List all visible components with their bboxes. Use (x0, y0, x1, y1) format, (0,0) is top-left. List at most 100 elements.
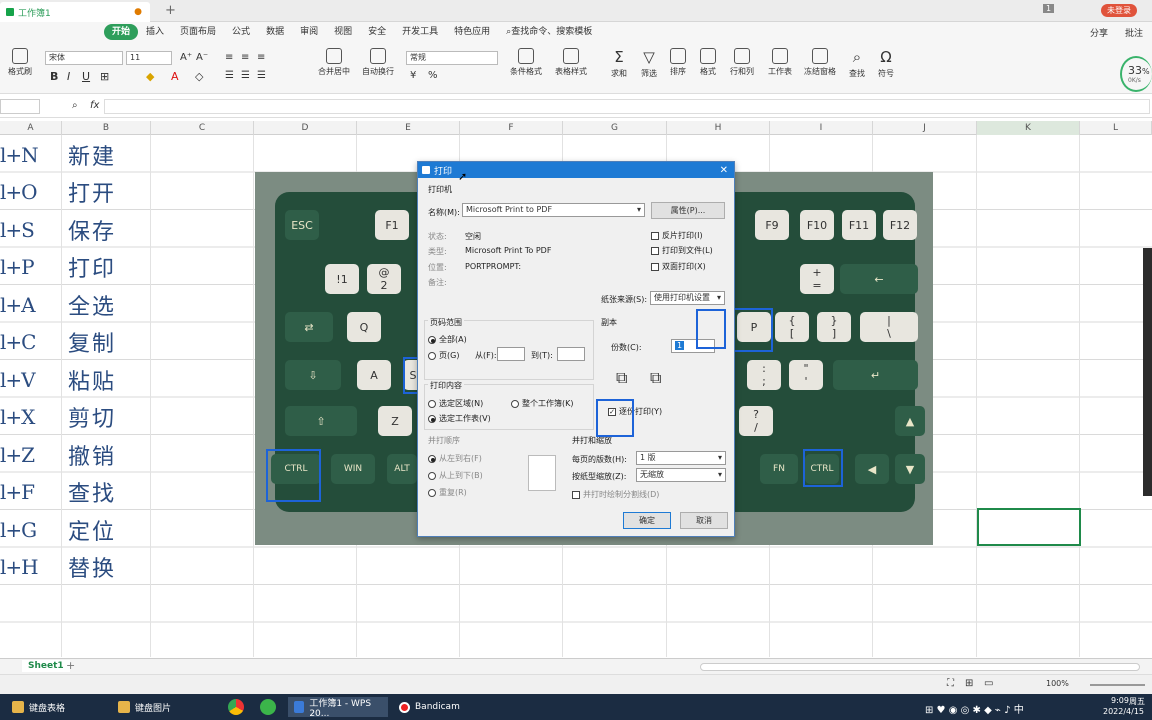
shortcut-key-cell[interactable]: l+H (0, 555, 62, 579)
column-j-header[interactable]: J (873, 121, 977, 135)
column-h-header[interactable]: H (667, 121, 770, 135)
menu-developer[interactable]: 开发工具 (394, 24, 446, 40)
find-button[interactable]: ⌕ 查找 (849, 48, 865, 79)
left-to-right-radio[interactable]: 从左到右(F) (428, 453, 482, 464)
shortcut-action-cell[interactable]: 撤销 (62, 439, 116, 471)
zoom-formula-icon[interactable]: ⌕ (72, 100, 78, 111)
table-row[interactable]: l+H 替换 (0, 549, 150, 586)
side-tool-panel[interactable] (1143, 248, 1152, 496)
scale-select[interactable]: 无缩放 ▾ (636, 468, 726, 482)
new-tab-icon[interactable]: + (165, 3, 176, 18)
shortcut-key-cell[interactable]: l+S (0, 218, 62, 242)
per-page-select[interactable]: 1 版 ▾ (636, 451, 726, 465)
menu-page-layout[interactable]: 页面布局 (172, 24, 224, 40)
taskbar-item-wps[interactable]: 工作簿1 - WPS 20... (288, 697, 388, 719)
duplex-checkbox[interactable]: 双面打印(X) (651, 261, 706, 272)
table-row[interactable]: l+C 复制 (0, 324, 150, 361)
taskbar-item-bandicam[interactable]: Bandicam (393, 697, 466, 717)
menu-home[interactable]: 开始 (104, 24, 139, 40)
freeze-panes-button[interactable]: 冻结窗格 (804, 48, 836, 77)
shortcut-key-cell[interactable]: l+P (0, 255, 62, 279)
align-middle-icon[interactable]: ≡ (241, 52, 249, 63)
menu-search[interactable]: ⌕查找命令、搜索模板 (498, 24, 600, 40)
add-sheet-icon[interactable]: + (66, 659, 75, 672)
column-l-header[interactable]: L (1080, 121, 1152, 135)
column-i-header[interactable]: I (770, 121, 873, 135)
zoom-slider[interactable] (1090, 684, 1145, 686)
clock-date[interactable]: 2022/4/15 (1103, 707, 1144, 716)
selection-radio[interactable]: 选定区域(N) (428, 398, 483, 409)
shortcut-action-cell[interactable]: 定位 (62, 514, 116, 546)
menu-view[interactable]: 视图 (326, 24, 360, 40)
table-style-button[interactable]: 表格样式 (555, 48, 587, 77)
table-row[interactable]: l+F 查找 (0, 474, 150, 511)
column-g-header[interactable]: G (563, 121, 667, 135)
format-painter-button[interactable]: 格式刷 (8, 48, 32, 77)
print-to-file-checkbox[interactable]: 打印到文件(L) (651, 245, 713, 256)
fill-color-icon[interactable]: ◆ (146, 70, 154, 83)
table-row[interactable]: l+N 新建 (0, 136, 150, 173)
share-button[interactable]: 分享 (1090, 26, 1108, 39)
document-tab[interactable]: 工作簿1 ● (0, 2, 150, 22)
from-input[interactable] (497, 347, 525, 361)
to-input[interactable] (557, 347, 585, 361)
table-row[interactable]: l+G 定位 (0, 511, 150, 548)
percent-icon[interactable]: % (428, 70, 438, 81)
sheet-tab-sheet1[interactable]: Sheet1 (22, 660, 70, 672)
shortcut-action-cell[interactable]: 剪切 (62, 401, 116, 433)
shortcut-action-cell[interactable]: 全选 (62, 289, 116, 321)
printer-name-select[interactable]: Microsoft Print to PDF ▾ (462, 203, 645, 217)
align-bottom-icon[interactable]: ≡ (257, 52, 265, 63)
table-row[interactable]: l+P 打印 (0, 249, 150, 286)
currency-icon[interactable]: ¥ (410, 70, 416, 81)
shortcut-key-cell[interactable]: l+A (0, 293, 62, 317)
merge-lines-checkbox[interactable]: 并打时绘制分割线(D) (572, 489, 659, 500)
shortcut-action-cell[interactable]: 粘贴 (62, 364, 116, 396)
align-top-icon[interactable]: ≡ (225, 52, 233, 63)
column-c-header[interactable]: C (151, 121, 254, 135)
browser-icon[interactable] (260, 699, 276, 715)
merge-center-button[interactable]: 合并居中 (318, 48, 350, 77)
symbol-button[interactable]: Ω 符号 (878, 48, 894, 79)
chrome-icon[interactable] (228, 699, 244, 715)
menu-data[interactable]: 数据 (258, 24, 292, 40)
menu-insert[interactable]: 插入 (138, 24, 172, 40)
shortcut-action-cell[interactable]: 替换 (62, 551, 116, 583)
column-k-header[interactable]: K (977, 121, 1080, 135)
view-page-icon[interactable]: ▭ (984, 678, 993, 689)
wrap-text-button[interactable]: 自动换行 (362, 48, 394, 77)
paper-source-select[interactable]: 使用打印机设置 ▾ (650, 291, 725, 305)
shortcut-action-cell[interactable]: 新建 (62, 139, 116, 171)
taskbar-item-keyboard-table[interactable]: 键盘表格 (6, 697, 71, 717)
table-row[interactable]: l+V 粘贴 (0, 361, 150, 398)
shortcut-action-cell[interactable]: 查找 (62, 476, 116, 508)
shortcut-key-cell[interactable]: l+N (0, 143, 62, 167)
properties-button[interactable]: 属性(P)... (651, 202, 725, 219)
underline-icon[interactable]: U (82, 70, 90, 83)
user-login-button[interactable]: 未登录 (1101, 4, 1137, 17)
bold-icon[interactable]: B (50, 70, 58, 83)
rows-cols-button[interactable]: 行和列 (730, 48, 754, 77)
top-to-bottom-radio[interactable]: 从上到下(B) (428, 470, 483, 481)
range-all-radio[interactable]: 全部(A) (428, 334, 467, 345)
menu-formula[interactable]: 公式 (224, 24, 258, 40)
tray-icons[interactable]: ⊞ ♥ ◉ ◎ ✱ ◆ ⌁ ♪ 中 (925, 701, 1024, 716)
shortcut-action-cell[interactable]: 打印 (62, 251, 116, 283)
worksheet-button[interactable]: 工作表 (768, 48, 792, 77)
align-right-icon[interactable]: ☰ (257, 70, 266, 81)
column-b-header[interactable]: B (62, 121, 151, 135)
shortcut-key-cell[interactable]: l+C (0, 330, 62, 354)
view-normal-icon[interactable]: ⛶ (947, 678, 954, 689)
border-icon[interactable]: ⊞ (100, 70, 109, 83)
whole-book-radio[interactable]: 整个工作簿(K) (511, 398, 574, 409)
shortcut-action-cell[interactable]: 保存 (62, 214, 116, 246)
clear-format-icon[interactable]: ◇ (195, 70, 203, 83)
dialog-close-icon[interactable]: ✕ (720, 165, 728, 176)
shortcut-key-cell[interactable]: l+Z (0, 443, 62, 467)
reverse-print-checkbox[interactable]: 反片打印(I) (651, 230, 703, 241)
table-row[interactable]: l+Z 撤销 (0, 436, 150, 473)
horizontal-scrollbar[interactable] (700, 663, 1140, 671)
italic-icon[interactable]: I (67, 70, 70, 83)
shortcut-key-cell[interactable]: l+X (0, 405, 62, 429)
table-row[interactable]: l+A 全选 (0, 286, 150, 323)
